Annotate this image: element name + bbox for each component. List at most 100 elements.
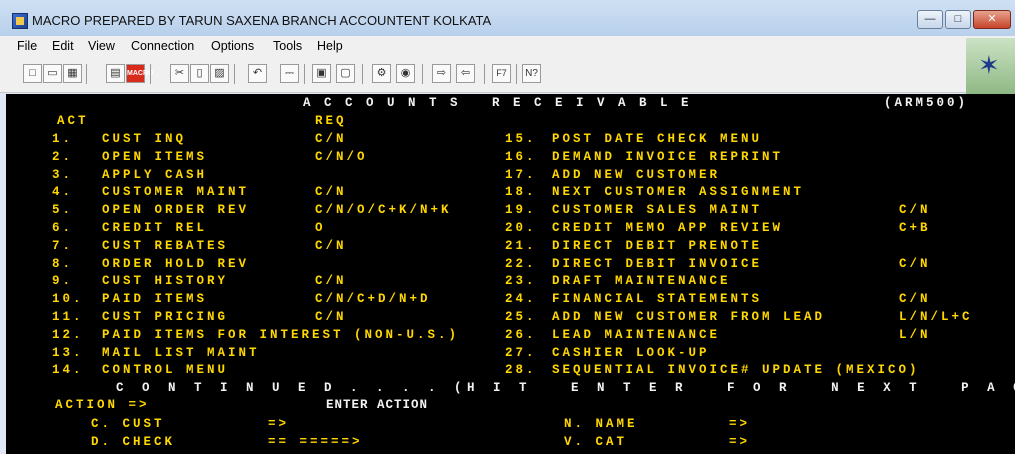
toolbar-separator [516,64,517,84]
menu-option-label[interactable]: POST DATE CHECK MENU [552,132,762,146]
menu-option-label[interactable]: APPLY CASH [102,168,207,182]
menu-option-label[interactable]: CUST REBATES [102,239,228,253]
menu-option-label[interactable]: ORDER HOLD REV [102,257,249,271]
action-prompt[interactable]: ACTION => [55,398,150,412]
menu-file[interactable]: File [17,39,37,53]
field-cat-label: V. CAT [564,435,628,449]
menu-option-number: 14. [52,363,84,377]
field-name-label: N. NAME [564,417,638,431]
menu-option-requirement: C/N/O [315,150,368,164]
menu-option-number: 13. [52,346,84,360]
enter-action-label: ENTER ACTION [326,398,429,412]
field-cust-input[interactable]: => [268,417,289,431]
terminal-screen[interactable]: A C C O U N T S R E C E I V A B L E (ARM… [6,94,1015,454]
menu-option-label[interactable]: CREDIT REL [102,221,207,235]
toolbar-separator [484,64,485,84]
copy-icon[interactable]: ▯ [190,64,209,83]
save-icon[interactable]: ▦ [63,64,82,83]
menu-option-requirement: C+B [899,221,931,235]
menu-option-label[interactable]: LEAD MAINTENANCE [552,328,720,342]
menu-edit[interactable]: Edit [52,39,74,53]
field-name-input[interactable]: => [729,417,750,431]
menu-option-requirement: C/N [315,132,347,146]
connect-icon[interactable]: ▣ [312,64,331,83]
menu-option-label[interactable]: CUST PRICING [102,310,228,324]
menu-option-number: 23. [505,274,537,288]
menu-options[interactable]: Options [211,39,254,53]
field-check-input[interactable]: == =====> [268,435,363,449]
paste-icon[interactable]: ▨ [210,64,229,83]
new-icon[interactable]: □ [23,64,42,83]
menu-option-number: 5. [52,203,74,217]
menu-option-label[interactable]: CUSTOMER MAINT [102,185,249,199]
field-cust-label: C. CUST [91,417,165,431]
app-icon [12,13,28,29]
menu-option-label[interactable]: FINANCIAL STATEMENTS [552,292,762,306]
menu-option-label[interactable]: PAID ITEMS [102,292,207,306]
menu-option-label[interactable]: NEXT CUSTOMER ASSIGNMENT [552,185,804,199]
close-button[interactable]: ✕ [973,10,1011,29]
menu-option-number: 28. [505,363,537,377]
settings-icon[interactable]: ⚙ [372,64,391,83]
menu-option-requirement: L/N [899,328,931,342]
macro-icon[interactable]: MACRO [126,64,153,83]
menu-option-label[interactable]: ADD NEW CUSTOMER FROM LEAD [552,310,825,324]
menu-option-requirement: C/N [315,185,347,199]
print-icon[interactable]: ▤ [106,64,125,83]
menu-option-number: 12. [52,328,84,342]
toolbar-separator [362,64,363,84]
cut-icon[interactable]: ✂ [170,64,189,83]
menu-option-number: 16. [505,150,537,164]
disconnect-icon[interactable]: ▢ [336,64,355,83]
menu-option-label[interactable]: CUSTOMER SALES MAINT [552,203,762,217]
open-icon[interactable]: ▭ [43,64,62,83]
title-bar[interactable]: MACRO PREPARED BY TARUN SAXENA BRANCH AC… [0,0,1015,37]
menu-option-number: 8. [52,257,74,271]
toolbar-separator [150,64,151,84]
help-icon[interactable]: N? [522,64,541,83]
menu-option-label[interactable]: DIRECT DEBIT INVOICE [552,257,762,271]
menu-option-requirement: C/N [315,239,347,253]
menu-option-requirement: C/N/C+D/N+D [315,292,431,306]
menu-option-number: 3. [52,168,74,182]
transfer-icon[interactable]: ⎓ [280,64,299,83]
continued-message: C O N T I N U E D . . . . (H I T E N T E… [116,381,1015,395]
menu-option-number: 9. [52,274,74,288]
menu-option-label[interactable]: CASHIER LOOK-UP [552,346,710,360]
menu-option-requirement: C/N [315,274,347,288]
menu-option-label[interactable]: DRAFT MAINTENANCE [552,274,731,288]
menu-option-label[interactable]: SEQUENTIAL INVOICE# UPDATE (MEXICO) [552,363,920,377]
menu-option-requirement: C/N [899,203,931,217]
menu-option-label[interactable]: CONTROL MENU [102,363,228,377]
column-req-header: REQ [315,114,347,128]
send-icon[interactable]: ⇨ [432,64,451,83]
menu-option-label[interactable]: CUST INQ [102,132,186,146]
menu-help[interactable]: Help [317,39,343,53]
menu-tools[interactable]: Tools [273,39,302,53]
menu-option-label[interactable]: OPEN ITEMS [102,150,207,164]
menu-option-label[interactable]: CREDIT MEMO APP REVIEW [552,221,783,235]
menu-option-label[interactable]: MAIL LIST MAINT [102,346,260,360]
menu-option-label[interactable]: CUST HISTORY [102,274,228,288]
field-check-label: D. CHECK [91,435,176,449]
menu-option-label[interactable]: DEMAND INVOICE REPRINT [552,150,783,164]
palette-icon[interactable]: ◉ [396,64,415,83]
maximize-button[interactable]: □ [945,10,971,29]
menu-option-requirement: C/N/O/C+K/N+K [315,203,452,217]
window-title: MACRO PREPARED BY TARUN SAXENA BRANCH AC… [32,13,492,28]
menu-connection[interactable]: Connection [131,39,194,53]
menu-view[interactable]: View [88,39,115,53]
menu-option-label[interactable]: DIRECT DEBIT PRENOTE [552,239,762,253]
undo-icon[interactable]: ↶ [248,64,267,83]
minimize-button[interactable]: — [917,10,943,29]
f7-key-icon[interactable]: F7 [492,64,511,83]
field-cat-input[interactable]: => [729,435,750,449]
receive-icon[interactable]: ⇦ [456,64,475,83]
screen-title: A C C O U N T S R E C E I V A B L E [303,96,692,110]
menu-option-label[interactable]: OPEN ORDER REV [102,203,249,217]
menu-option-label[interactable]: PAID ITEMS FOR INTEREST (NON-U.S.) [102,328,459,342]
menu-option-label[interactable]: ADD NEW CUSTOMER [552,168,720,182]
menu-option-requirement: O [315,221,326,235]
menu-option-requirement: C/N [315,310,347,324]
column-act-header: ACT [57,114,89,128]
